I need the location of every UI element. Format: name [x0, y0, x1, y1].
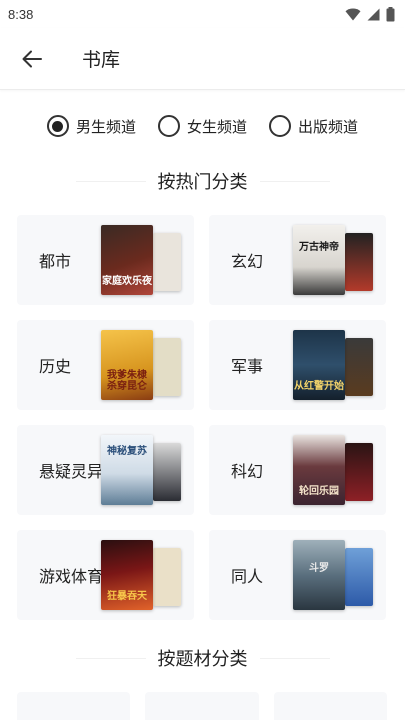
book-cover-back — [345, 338, 373, 396]
signal-icon — [367, 8, 380, 20]
book-cover: 我爹朱棣杀穿昆仑 — [101, 330, 153, 400]
section-hot-title: 按热门分类 — [157, 172, 248, 193]
section-topic-title: 按题材分类 — [157, 649, 248, 670]
wifi-icon — [345, 8, 361, 20]
book-cover-back — [345, 548, 373, 606]
topic-card[interactable] — [17, 692, 131, 720]
app-bar: 书库 — [0, 28, 405, 90]
book-cover-title: 斗罗 — [309, 563, 329, 574]
book-cover-title: 狂暴吞天 — [107, 591, 147, 602]
radio-female[interactable] — [157, 115, 180, 137]
category-label: 历史 — [39, 357, 72, 376]
book-cover: 万古神帝 — [293, 225, 345, 295]
channel-female-label: 女生频道 — [186, 117, 247, 136]
topic-card[interactable] — [273, 692, 387, 720]
divider — [75, 180, 146, 182]
category-label: 同人 — [231, 567, 264, 586]
book-cover-title: 轮回乐园 — [299, 486, 339, 497]
category-card-youxi[interactable]: 游戏体育 狂暴吞天 — [17, 530, 194, 620]
book-cover: 神秘复苏 — [101, 435, 153, 505]
page-title: 书库 — [82, 49, 121, 71]
radio-publish[interactable] — [269, 115, 291, 137]
category-card-dushi[interactable]: 都市 家庭欢乐夜 — [17, 215, 194, 305]
book-cover-back — [153, 233, 181, 291]
book-cover-title: 从红警开始 — [294, 381, 344, 392]
book-cover-back — [345, 233, 373, 291]
channel-male[interactable]: 男生频道 — [46, 115, 136, 137]
section-hot-header: 按热门分类 — [0, 166, 405, 196]
category-card-lishi[interactable]: 历史 我爹朱棣杀穿昆仑 — [17, 320, 194, 410]
channel-female[interactable]: 女生频道 — [157, 115, 247, 137]
book-cover: 轮回乐园 — [293, 435, 345, 505]
book-cover: 斗罗 — [293, 540, 345, 610]
book-cover: 从红警开始 — [293, 330, 345, 400]
category-grid: 都市 家庭欢乐夜 玄幻 万古神帝 历史 我爹朱棣杀穿昆仑 军事 从红警开始 悬疑… — [17, 215, 387, 620]
book-cover-title: 万古神帝 — [299, 242, 339, 253]
category-card-tongren[interactable]: 同人 斗罗 — [209, 530, 386, 620]
category-card-junshi[interactable]: 军事 从红警开始 — [209, 320, 386, 410]
category-label: 都市 — [39, 252, 72, 271]
channel-publish-label: 出版频道 — [298, 117, 359, 136]
status-time: 8:38 — [8, 6, 34, 22]
book-cover-back — [345, 443, 373, 501]
category-label: 玄幻 — [231, 252, 264, 271]
channel-publish[interactable]: 出版频道 — [269, 115, 358, 137]
category-card-xuanhuan[interactable]: 玄幻 万古神帝 — [209, 215, 386, 305]
radio-male[interactable] — [46, 115, 69, 137]
book-cover-title: 神秘复苏 — [107, 446, 147, 457]
book-cover-title: 家庭欢乐夜 — [102, 276, 152, 287]
book-cover: 家庭欢乐夜 — [101, 225, 153, 295]
category-card-kehuan[interactable]: 科幻 轮回乐园 — [209, 425, 386, 515]
divider — [259, 657, 330, 659]
status-bar: 8:38 — [0, 0, 405, 28]
category-card-xuanyi[interactable]: 悬疑灵异 神秘复苏 — [17, 425, 194, 515]
book-cover-back — [153, 443, 181, 501]
divider — [259, 180, 330, 182]
book-cover-title: 我爹朱棣杀穿昆仑 — [107, 370, 147, 392]
book-cover: 狂暴吞天 — [101, 540, 153, 610]
topic-card[interactable] — [145, 692, 259, 720]
category-label: 悬疑灵异 — [39, 462, 104, 481]
status-icons — [345, 6, 395, 22]
topic-card-row — [17, 692, 387, 720]
arrow-left-icon — [22, 50, 42, 67]
channel-male-label: 男生频道 — [75, 117, 136, 136]
category-label: 游戏体育 — [39, 567, 104, 586]
book-cover-back — [153, 548, 181, 606]
battery-icon — [386, 6, 395, 21]
channel-selector: 男生频道 女生频道 出版频道 — [0, 110, 405, 142]
category-label: 军事 — [231, 357, 264, 376]
divider — [75, 657, 146, 659]
category-label: 科幻 — [231, 462, 264, 481]
book-cover-back — [153, 338, 181, 396]
section-topic-header: 按题材分类 — [0, 643, 405, 673]
back-button[interactable] — [0, 28, 64, 90]
